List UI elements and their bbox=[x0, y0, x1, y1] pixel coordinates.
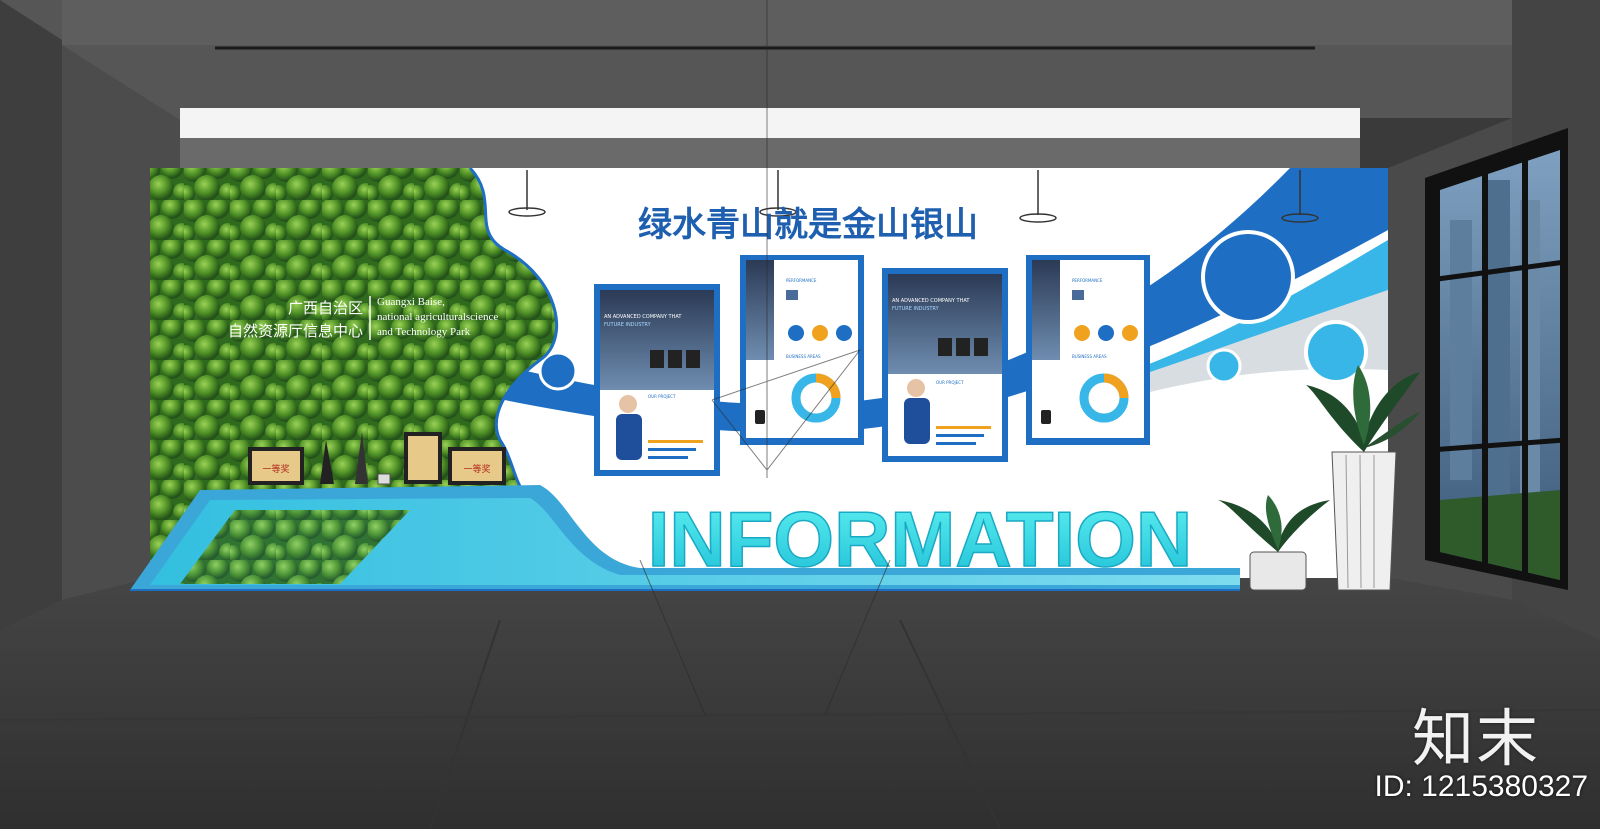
svg-text:FUTURE INDUSTRY: FUTURE INDUSTRY bbox=[604, 322, 652, 328]
svg-text:PERFORMANCE: PERFORMANCE bbox=[786, 278, 817, 283]
org-name-cn-line1: 广西自治区 bbox=[288, 299, 363, 317]
svg-text:FUTURE INDUSTRY: FUTURE INDUSTRY bbox=[892, 306, 940, 312]
poster-2: PERFORMANCE BUSINESS AREAS bbox=[740, 255, 864, 445]
svg-text:BUSINESS AREAS: BUSINESS AREAS bbox=[786, 354, 821, 359]
svg-text:OUR PROJECT: OUR PROJECT bbox=[648, 394, 676, 399]
svg-text:PERFORMANCE: PERFORMANCE bbox=[1072, 278, 1103, 283]
svg-text:AN ADVANCED COMPANY THAT: AN ADVANCED COMPANY THAT bbox=[604, 314, 682, 320]
ceiling-light-cove bbox=[180, 108, 1360, 138]
svg-text:AN ADVANCED COMPANY THAT: AN ADVANCED COMPANY THAT bbox=[892, 298, 970, 304]
poster-1: AN ADVANCED COMPANY THAT FUTURE INDUSTRY… bbox=[594, 284, 720, 476]
svg-text:OUR PROJECT: OUR PROJECT bbox=[936, 380, 964, 385]
poster-4: PERFORMANCE BUSINESS AREAS bbox=[1026, 255, 1150, 445]
svg-text:一等奖: 一等奖 bbox=[463, 463, 490, 475]
wall-headline: 绿水青山就是金山银山 bbox=[638, 205, 978, 245]
org-name-cn-line2: 自然资源厅信息中心 bbox=[228, 322, 363, 340]
org-name-en-line3: and Technology Park bbox=[377, 326, 471, 338]
brand-watermark: 知末 bbox=[1411, 702, 1540, 775]
decor-circle-large bbox=[1201, 230, 1295, 324]
window bbox=[1425, 128, 1568, 590]
floor bbox=[0, 578, 1600, 829]
svg-text:一等奖: 一等奖 bbox=[262, 463, 289, 475]
svg-text:BUSINESS AREAS: BUSINESS AREAS bbox=[1072, 354, 1107, 359]
left-wall bbox=[0, 0, 62, 630]
image-id-label: ID: 1215380327 bbox=[1374, 770, 1588, 803]
poster-3: AN ADVANCED COMPANY THAT FUTURE INDUSTRY… bbox=[882, 268, 1008, 462]
information-3d-letters: INFORMATION bbox=[648, 495, 1192, 583]
interior-render: 绿水青山就是金山银山 广西自治区 自然资源厅信息中心 Guangxi Baise… bbox=[0, 0, 1600, 829]
org-name-en-line2: national agriculturalscience bbox=[377, 311, 498, 323]
render-scene: 绿水青山就是金山银山 广西自治区 自然资源厅信息中心 Guangxi Baise… bbox=[0, 0, 1600, 829]
org-name-en-line1: Guangxi Baise, bbox=[377, 296, 445, 308]
